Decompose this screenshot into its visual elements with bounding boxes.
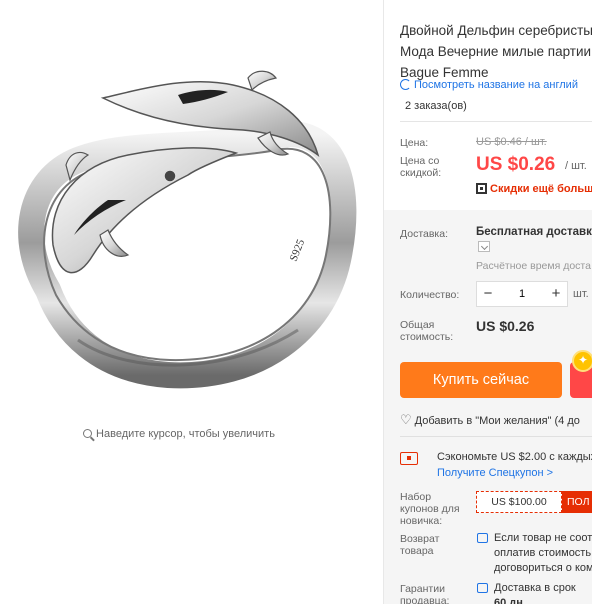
guarantee-label-line: Гарантии (400, 583, 445, 595)
new-coupon-label-line: купонов для (400, 503, 460, 515)
quantity-stepper: − + (476, 281, 568, 307)
zoom-hint: Наведите курсор, чтобы увеличить (0, 428, 358, 440)
guarantee-label-line: продавца: (400, 595, 450, 604)
shipping-value: Бесплатная доставка (476, 226, 592, 238)
product-details-panel: Двойной Дельфин серебристы Мода Вечерние… (383, 0, 592, 604)
orders-count: 2 заказа(ов) (405, 100, 467, 112)
returns-label-line: товара (400, 545, 434, 557)
returns-label: Возврат товара (400, 533, 439, 557)
divider (400, 121, 592, 122)
price-label: Цена: (400, 137, 429, 149)
qr-code-icon (476, 183, 487, 194)
guarantee-line: 60 дн. (494, 597, 526, 604)
return-policy-text: Если товар не соот оплатив стоимость дог… (494, 531, 592, 576)
magnifier-icon (83, 429, 93, 438)
discount-label-line: скидкой: (400, 167, 442, 179)
guarantee-text: Доставка в срок 60 дн. (494, 581, 576, 604)
extra-discount-link[interactable]: Скидки ещё больше (476, 183, 592, 195)
return-policy-icon (477, 533, 488, 543)
quantity-decrease-button[interactable]: − (477, 282, 499, 306)
shipping-estimate: Расчётное время доста (476, 260, 591, 272)
guarantee-label: Гарантии продавца: (400, 583, 449, 604)
total-label: Общая стоимость: (400, 319, 453, 343)
quantity-input[interactable] (499, 284, 545, 304)
translate-link-text: Посмотреть название на англий (414, 79, 578, 91)
quantity-increase-button[interactable]: + (545, 282, 567, 306)
discount-price-label: Цена со скидкой: (400, 155, 441, 179)
new-coupon-label-line: Набор (400, 491, 432, 503)
quantity-unit: шт. (573, 288, 589, 300)
discount-label-line: Цена со (400, 155, 440, 167)
get-coupon-link[interactable]: Получите Спецкупон > (437, 467, 553, 479)
return-policy-line: оплатив стоимость (494, 547, 592, 559)
new-coupon-label-line: новичка: (400, 515, 443, 527)
buy-now-button[interactable]: Купить сейчас (400, 362, 562, 398)
coin-icon: ✦ (572, 350, 592, 372)
ring-stamp: S925 (288, 237, 308, 263)
total-label-line: стоимость: (400, 331, 454, 343)
wishlist-text: Добавить в "Мои желания" (4 до (414, 415, 580, 427)
shipping-label: Доставка: (400, 228, 449, 240)
delivery-truck-icon (477, 583, 488, 593)
shipping-dropdown-icon[interactable] (478, 241, 490, 252)
image-gallery: S925 Наведите курсор, чтобы увеличить (0, 0, 382, 604)
price-unit: / шт. (565, 160, 587, 172)
return-policy-line: договориться о ком (494, 562, 592, 574)
zoom-hint-text: Наведите курсор, чтобы увеличить (96, 428, 275, 440)
returns-label-line: Возврат (400, 533, 440, 545)
old-price: US $0.46 / шт. (476, 136, 547, 148)
new-user-coupon-amount: US $100.00 (476, 491, 562, 513)
coupon-icon (400, 452, 418, 465)
product-image[interactable]: S925 (8, 40, 366, 400)
add-to-wishlist-link[interactable]: ♡ Добавить в "Мои желания" (4 до (400, 412, 580, 428)
product-title-line: Двойной Дельфин серебристы (400, 23, 592, 38)
new-user-coupon-label: Набор купонов для новичка: (400, 491, 460, 527)
total-price: US $0.26 (476, 318, 535, 334)
product-title-line: Мода Вечерние милые партии (400, 44, 592, 59)
guarantee-line: Доставка в срок (494, 582, 576, 594)
coupon-save-text: Сэкономьте US $2.00 с каждых (437, 451, 592, 463)
divider (400, 436, 592, 437)
quantity-label: Количество: (400, 289, 460, 301)
total-label-line: Общая (400, 319, 435, 331)
product-title: Двойной Дельфин серебристы Мода Вечерние… (400, 20, 592, 83)
extra-discount-text: Скидки ещё больше (490, 183, 592, 195)
current-price: US $0.26 (476, 154, 556, 175)
translate-title-link[interactable]: Посмотреть название на англий (400, 79, 578, 91)
get-new-user-coupon-button[interactable]: ПОЛ (562, 491, 592, 513)
translate-icon (400, 79, 411, 90)
heart-icon: ♡ (400, 412, 412, 427)
return-policy-line: Если товар не соот (494, 532, 592, 544)
